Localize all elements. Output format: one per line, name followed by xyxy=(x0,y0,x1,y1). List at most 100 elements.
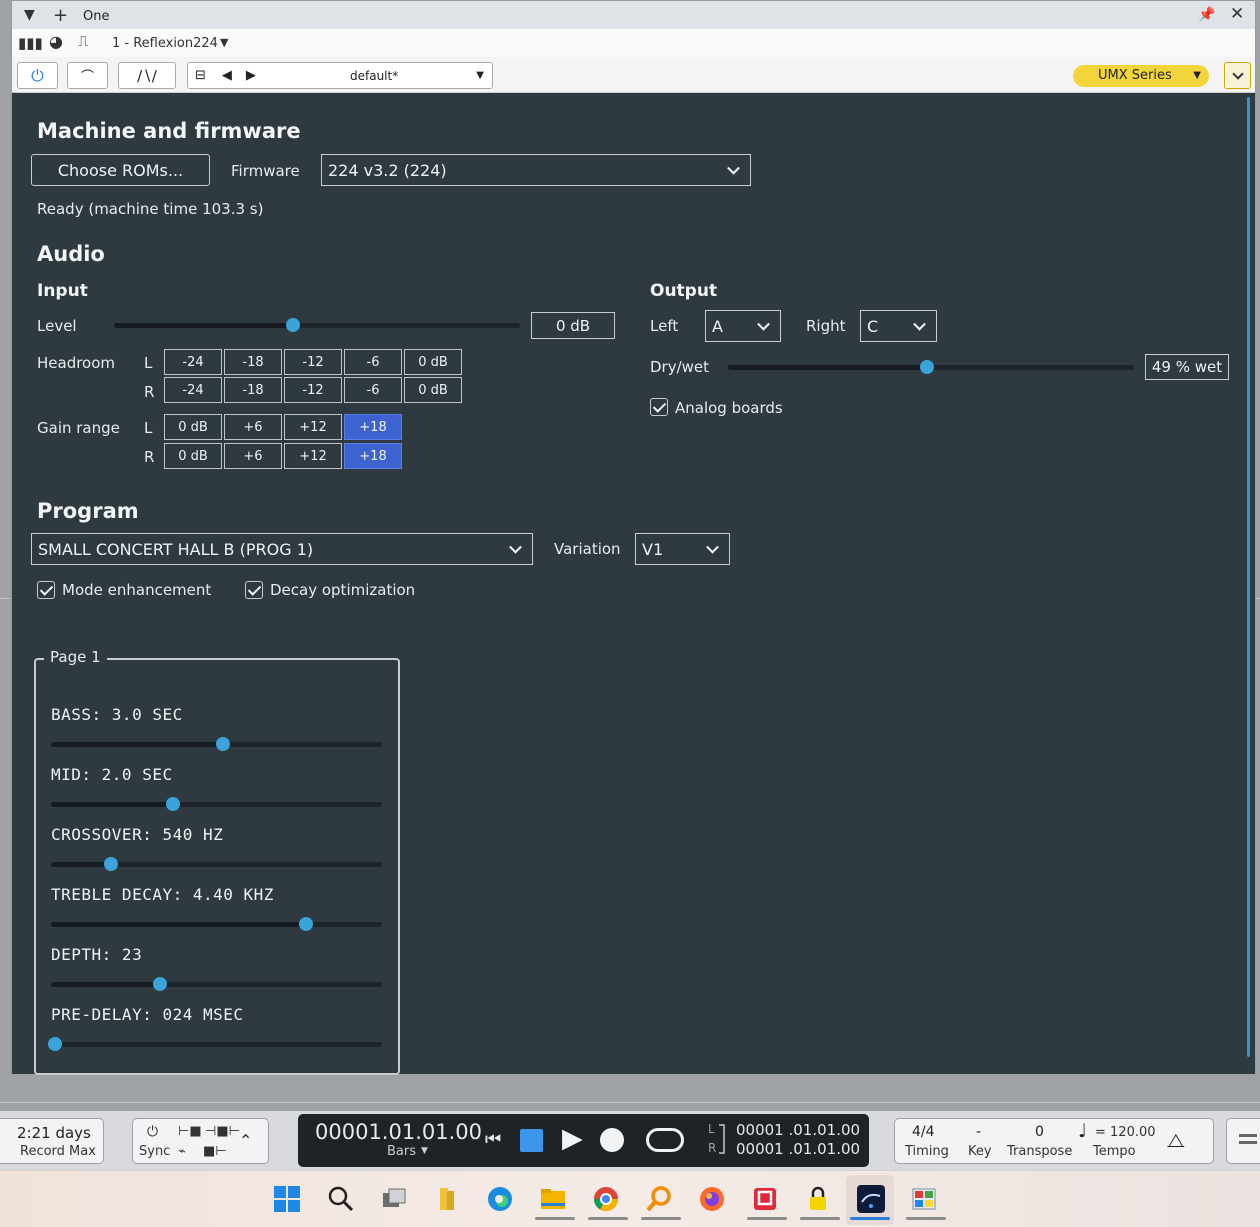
param-slider-knob[interactable] xyxy=(216,737,231,751)
param-slider[interactable] xyxy=(48,1037,382,1051)
next-preset-icon[interactable]: ▶ xyxy=(246,68,256,83)
program-dropdown[interactable]: SMALL CONCERT HALL B (PROG 1) xyxy=(31,533,533,565)
param-slider-knob[interactable] xyxy=(103,857,118,871)
variation-dropdown[interactable]: V1 xyxy=(635,533,730,565)
chevron-down-icon[interactable]: ▼ xyxy=(476,70,484,81)
mixer-icon[interactable]: ▮▮▮ xyxy=(18,34,43,52)
rewind-icon[interactable]: ⏮ xyxy=(485,1129,501,1150)
gain-l-option[interactable]: +18 xyxy=(344,414,402,440)
color-wheel-icon[interactable]: ◕ xyxy=(49,32,63,51)
headroom-l-option[interactable]: 0 dB xyxy=(404,349,462,375)
gain-r-option[interactable]: +6 xyxy=(224,443,282,469)
headroom-l-option[interactable]: -12 xyxy=(284,349,342,375)
record-button[interactable] xyxy=(600,1128,624,1152)
chevron-down-icon[interactable]: ▼ xyxy=(421,1146,428,1156)
gain-l-option[interactable]: +12 xyxy=(284,414,342,440)
preset-name[interactable]: default* xyxy=(350,69,398,83)
param-slider[interactable] xyxy=(51,917,382,931)
gain-l-option[interactable]: +6 xyxy=(224,414,282,440)
mode-enhancement-checkbox[interactable] xyxy=(37,581,55,599)
monitor-icon[interactable]: ■⊢ xyxy=(203,1144,227,1159)
loop-start[interactable]: 00001 .01.01.00 xyxy=(736,1121,860,1139)
metronome-icon[interactable]: ⊢■ xyxy=(178,1124,202,1139)
level-value[interactable]: 0 dB xyxy=(531,312,615,339)
track-selector[interactable]: 1 - Reflexion224 xyxy=(112,36,218,51)
param-slider-knob[interactable] xyxy=(298,917,313,931)
editor-scrollbar[interactable] xyxy=(1246,93,1255,1074)
level-slider-knob[interactable] xyxy=(285,318,300,332)
notes-app-icon[interactable] xyxy=(749,1183,781,1215)
scrollbar-thumb[interactable] xyxy=(1247,97,1250,1057)
pin-icon[interactable]: 📌 xyxy=(1198,7,1215,23)
gain-r-option[interactable]: +12 xyxy=(284,443,342,469)
param-label: TREBLE DECAY: 4.40 KHZ xyxy=(51,885,274,904)
preset-file-icon[interactable]: ⊟ xyxy=(195,68,206,83)
chevron-up-icon[interactable]: ⌃ xyxy=(239,1131,252,1150)
expand-button[interactable] xyxy=(1224,62,1251,89)
param-slider-knob[interactable] xyxy=(48,1037,62,1051)
firmware-dropdown[interactable]: 224 v3.2 (224) xyxy=(321,154,751,186)
daw-app-icon[interactable] xyxy=(855,1183,887,1215)
automation-button[interactable]: ⌒ xyxy=(67,62,108,89)
extra-panel[interactable] xyxy=(1226,1118,1260,1164)
drywet-value[interactable]: 49 % wet xyxy=(1145,354,1229,380)
explorer-icon[interactable] xyxy=(537,1183,569,1215)
power-icon[interactable]: ⏻ xyxy=(147,1124,158,1140)
decay-optimization-checkbox[interactable] xyxy=(245,581,263,599)
headroom-r-option[interactable]: 0 dB xyxy=(404,377,462,403)
timing-value[interactable]: 4/4 xyxy=(912,1124,935,1140)
level-slider[interactable] xyxy=(114,318,520,332)
punch-icon[interactable]: ⊣■⊢ xyxy=(205,1124,240,1139)
chevron-down-icon[interactable]: ▼ xyxy=(220,36,228,49)
series-badge[interactable]: UMX Series ▼ xyxy=(1073,65,1209,87)
transpose-value[interactable]: 0 xyxy=(1035,1124,1044,1140)
param-slider[interactable] xyxy=(51,797,382,811)
loop-icon[interactable] xyxy=(646,1128,684,1152)
envelope-button[interactable]: ∕∖∕ xyxy=(118,62,176,89)
close-icon[interactable]: ✕ xyxy=(1230,4,1244,24)
add-icon[interactable]: + xyxy=(53,5,68,26)
headroom-r-option[interactable]: -6 xyxy=(344,377,402,403)
tempo-value[interactable]: = 120.00 xyxy=(1095,1125,1156,1140)
drywet-slider-knob[interactable] xyxy=(919,360,934,374)
analog-boards-checkbox[interactable] xyxy=(650,398,668,416)
choose-roms-button[interactable]: Choose ROMs... xyxy=(31,154,210,186)
file-manager-icon[interactable] xyxy=(431,1183,463,1215)
output-right-dropdown[interactable]: C xyxy=(860,310,937,342)
headroom-l-option[interactable]: -18 xyxy=(224,349,282,375)
headroom-r-option[interactable]: -12 xyxy=(284,377,342,403)
task-view-icon[interactable] xyxy=(378,1183,410,1215)
position-unit[interactable]: Bars xyxy=(387,1144,416,1159)
param-slider[interactable] xyxy=(51,857,382,871)
chrome-icon[interactable] xyxy=(590,1183,622,1215)
headroom-r-option[interactable]: -24 xyxy=(164,377,222,403)
gain-r-option[interactable]: +18 xyxy=(344,443,402,469)
headroom-r-option[interactable]: -18 xyxy=(224,377,282,403)
windows-start-icon[interactable] xyxy=(271,1183,303,1215)
routing-icon[interactable]: ⎍ xyxy=(78,32,89,50)
sync-wave-icon[interactable]: ⌁ xyxy=(178,1144,186,1159)
stop-button[interactable] xyxy=(520,1129,543,1152)
control-panel-icon[interactable] xyxy=(908,1183,940,1215)
metronome-tool-icon[interactable]: ⧍ xyxy=(1167,1130,1185,1152)
collapse-arrow-icon[interactable]: ▼ xyxy=(24,7,35,23)
output-left-dropdown[interactable]: A xyxy=(705,310,781,342)
param-slider[interactable] xyxy=(51,977,382,991)
headroom-l-option[interactable]: -24 xyxy=(164,349,222,375)
headroom-l-option[interactable]: -6 xyxy=(344,349,402,375)
search-icon[interactable] xyxy=(325,1183,357,1215)
power-button[interactable]: ⏻ xyxy=(17,62,58,89)
param-slider[interactable] xyxy=(51,737,382,751)
search-app-icon[interactable] xyxy=(643,1183,675,1215)
key-value[interactable]: - xyxy=(976,1124,981,1140)
vpn-icon[interactable] xyxy=(802,1183,834,1215)
prev-preset-icon[interactable]: ◀ xyxy=(222,68,232,83)
gain-l-option[interactable]: 0 dB xyxy=(164,414,222,440)
gain-r-option[interactable]: 0 dB xyxy=(164,443,222,469)
edge-icon[interactable] xyxy=(484,1183,516,1215)
loop-end[interactable]: 00001 .01.01.00 xyxy=(736,1140,860,1158)
position-display[interactable]: 00001.01.01.00 xyxy=(315,1120,482,1144)
firefox-icon[interactable] xyxy=(696,1183,728,1215)
play-button[interactable]: ▶ xyxy=(562,1123,583,1154)
drywet-slider[interactable] xyxy=(728,360,1134,374)
